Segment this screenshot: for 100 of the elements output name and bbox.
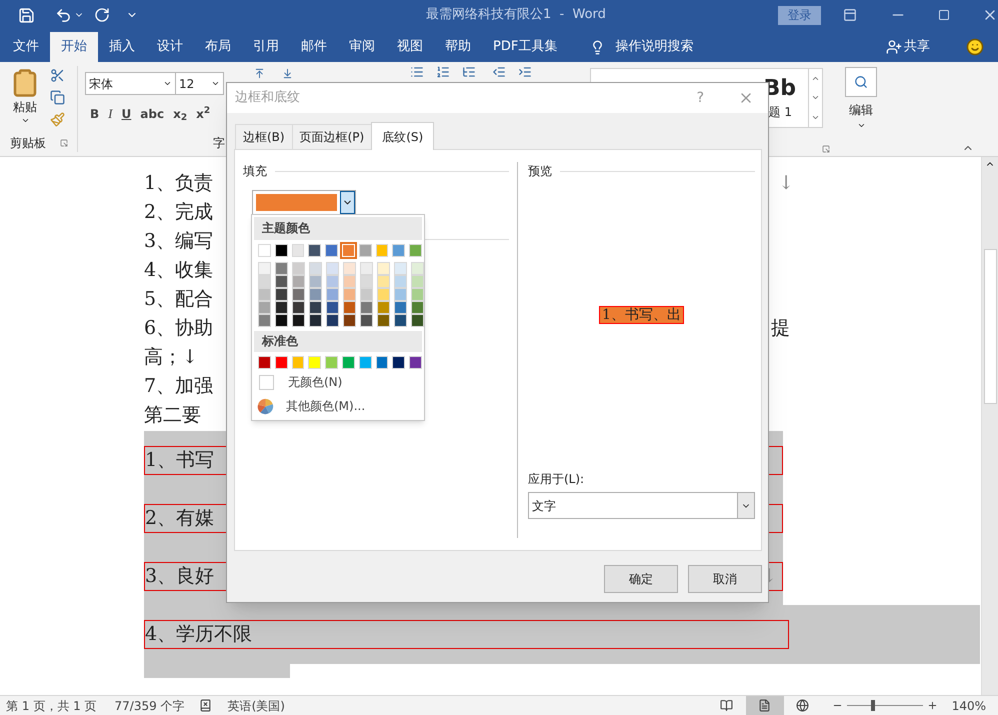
color-swatch[interactable] (409, 356, 422, 369)
color-swatch[interactable] (309, 314, 322, 327)
color-swatch[interactable] (275, 301, 288, 314)
decrease-indent-icon[interactable] (492, 65, 506, 79)
color-swatch[interactable] (342, 356, 355, 369)
dialog-launcher-icon[interactable] (60, 139, 68, 147)
proofing-icon[interactable] (198, 699, 212, 712)
share-button[interactable]: 共享 (904, 37, 930, 57)
color-swatch[interactable] (275, 288, 288, 301)
color-swatch[interactable] (377, 262, 390, 275)
ribbon-tab[interactable]: 文件 (2, 32, 50, 62)
format-button[interactable]: I (108, 104, 112, 124)
color-swatch[interactable] (343, 275, 356, 288)
color-swatch[interactable] (394, 301, 407, 314)
format-button[interactable]: B (90, 104, 100, 123)
font-size-field[interactable]: 12 (176, 72, 224, 95)
color-swatch[interactable] (292, 275, 305, 288)
ribbon-tab[interactable]: 开始 (50, 32, 98, 62)
dialog-launcher-icon[interactable] (822, 145, 830, 153)
color-swatch[interactable] (326, 262, 339, 275)
scrollbar-thumb[interactable] (984, 249, 996, 404)
color-swatch[interactable] (326, 301, 339, 314)
color-swatch[interactable] (394, 288, 407, 301)
numbering-icon[interactable] (436, 65, 450, 79)
ribbon-tab[interactable]: 帮助 (434, 32, 482, 62)
color-swatch[interactable] (275, 314, 288, 327)
color-swatch[interactable] (360, 314, 373, 327)
dialog-tab[interactable]: 页面边框(P) (292, 124, 372, 149)
color-swatch[interactable] (292, 314, 305, 327)
color-swatch[interactable] (292, 288, 305, 301)
shrink-font-icon[interactable] (282, 68, 293, 79)
no-color-option[interactable]: 无颜色(N) (288, 373, 342, 391)
color-swatch[interactable] (258, 244, 271, 257)
ribbon-tab[interactable]: 设计 (146, 32, 194, 62)
color-swatch[interactable] (394, 314, 407, 327)
color-swatch[interactable] (308, 244, 322, 257)
zoom-in-icon[interactable] (926, 700, 938, 711)
color-swatch[interactable] (275, 275, 288, 288)
color-swatch[interactable] (292, 356, 304, 369)
color-swatch[interactable] (343, 301, 356, 314)
color-swatch[interactable] (392, 244, 406, 257)
view-button[interactable] (746, 696, 784, 715)
color-swatch[interactable] (275, 262, 288, 275)
color-swatch[interactable] (377, 275, 390, 288)
zoom-level[interactable]: 140% (952, 696, 986, 714)
color-swatch[interactable] (325, 244, 338, 257)
color-swatch[interactable] (377, 314, 390, 327)
zoom-slider-thumb[interactable] (871, 700, 875, 711)
color-swatch[interactable] (376, 356, 388, 369)
color-swatch[interactable] (392, 356, 406, 369)
caret-icon[interactable] (856, 121, 866, 130)
color-swatch[interactable] (326, 314, 339, 327)
multilevel-list-icon[interactable] (462, 65, 476, 79)
format-button[interactable]: x$_{2}$ (173, 104, 188, 123)
format-painter-icon[interactable] (50, 112, 65, 127)
color-swatch[interactable] (258, 288, 271, 301)
increase-indent-icon[interactable] (518, 65, 532, 79)
ribbon-tab[interactable]: 视图 (386, 32, 434, 62)
color-swatch[interactable] (292, 262, 305, 275)
ribbon-tab[interactable]: PDF工具集 (482, 32, 568, 62)
save-icon[interactable] (18, 6, 35, 24)
ok-button[interactable]: 确定 (604, 565, 678, 593)
color-swatch[interactable] (309, 275, 322, 288)
color-swatch[interactable] (326, 275, 339, 288)
color-swatch[interactable] (292, 301, 305, 314)
color-swatch[interactable] (377, 301, 390, 314)
language[interactable]: 英语(美国) (228, 696, 285, 714)
color-swatch[interactable] (258, 262, 271, 275)
color-swatch[interactable] (343, 288, 356, 301)
color-swatch[interactable] (411, 288, 424, 301)
ribbon-tab[interactable]: 插入 (98, 32, 146, 62)
color-swatch[interactable] (376, 244, 388, 257)
color-swatch[interactable] (343, 262, 356, 275)
find-button[interactable] (845, 67, 877, 97)
format-button[interactable]: U (122, 104, 132, 123)
copy-icon[interactable] (50, 90, 65, 105)
color-swatch[interactable] (258, 356, 271, 369)
bullets-icon[interactable] (410, 65, 424, 79)
color-swatch[interactable] (325, 356, 338, 369)
tell-me-search[interactable]: 操作说明搜索 (615, 37, 694, 57)
page-count[interactable]: 第 1 页，共 1 页 (6, 696, 97, 714)
format-button[interactable]: abc (140, 104, 164, 123)
ribbon-tab[interactable]: 布局 (194, 32, 242, 62)
more-colors-option[interactable]: 其他颜色(M)... (286, 397, 366, 415)
color-swatch[interactable] (358, 244, 372, 257)
color-swatch[interactable] (309, 288, 322, 301)
font-name-field[interactable]: 宋体 (85, 72, 176, 95)
cancel-button[interactable]: 取消 (688, 565, 762, 593)
ribbon-tab[interactable]: 引用 (242, 32, 290, 62)
ribbon-tab[interactable]: 审阅 (338, 32, 386, 62)
color-swatch[interactable] (309, 262, 322, 275)
color-swatch[interactable] (258, 301, 271, 314)
cut-icon[interactable] (50, 68, 65, 83)
color-swatch[interactable] (377, 288, 390, 301)
caret-icon[interactable] (20, 116, 30, 125)
color-swatch[interactable] (258, 275, 271, 288)
paste-button[interactable]: 粘贴 (13, 100, 37, 114)
ribbon-display-icon[interactable] (843, 8, 857, 22)
color-swatch[interactable] (308, 356, 322, 369)
color-swatch[interactable] (394, 262, 407, 275)
